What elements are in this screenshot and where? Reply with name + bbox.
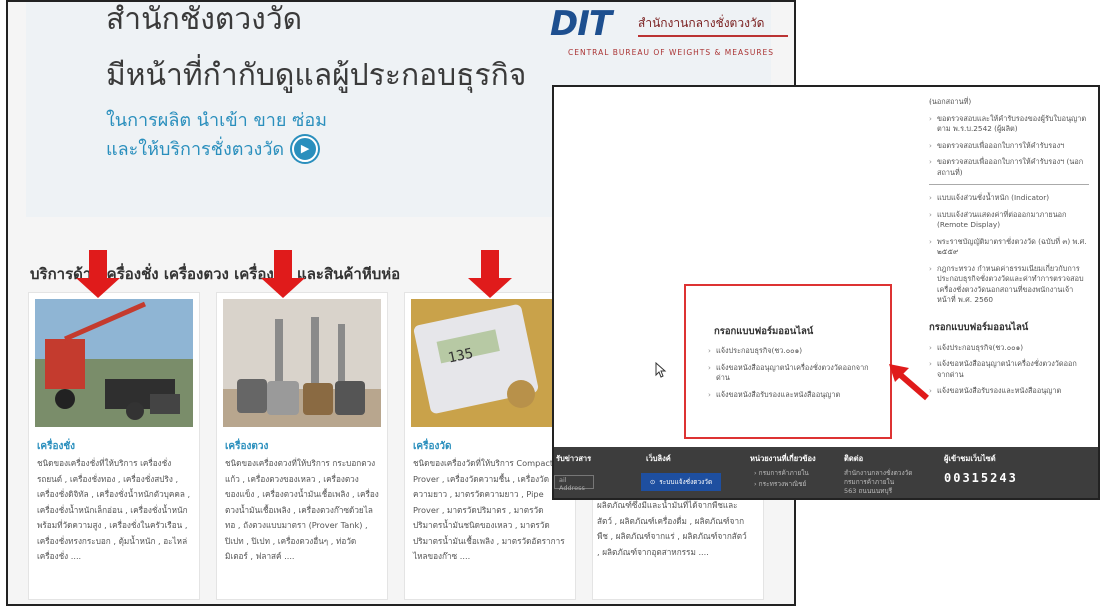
- sidebar-item[interactable]: แบบแจ้งส่วนแสดงค่าที่ต่อออกมาภายนอก (Rem…: [929, 210, 1089, 231]
- red-pointer-arrow-icon: [889, 364, 929, 401]
- play-circle-icon[interactable]: ▶: [292, 135, 319, 162]
- visitor-counter: 00315243: [944, 471, 1018, 485]
- online-form-link[interactable]: แจ้งประกอบธุรกิจ(ชว.๐๐๑): [929, 343, 1089, 354]
- truck-crane-photo: [35, 299, 193, 427]
- weights-system-label[interactable]: ระบบแจ้งชั่งตวงวัด: [659, 477, 712, 487]
- service-card-scales[interactable]: เครื่องชั่ง ชนิดของเครื่องชั่งที่ให้บริก…: [28, 292, 200, 600]
- online-forms-heading: กรอกแบบฟอร์มออนไลน์: [929, 321, 1029, 333]
- divider: [929, 184, 1089, 185]
- service-card-desc: ชนิดของเครื่องชั่งที่ให้บริการ เครื่องชั…: [37, 458, 191, 561]
- dit-logo-mark: DIT: [550, 4, 612, 44]
- footer-contact-heading: ติดต่อ: [844, 454, 864, 463]
- highlight-box: กรอกแบบฟอร์มออนไลน์ แจ้งประกอบธุรกิจ(ชว.…: [684, 284, 892, 439]
- hero-tagline-2-text[interactable]: และให้บริการชั่งตวงวัด: [106, 134, 284, 163]
- contact-line: สำนักงานกลางชั่งตวงวัด: [844, 469, 913, 477]
- contact-line: 563 ถนนนนทบุรี: [844, 487, 893, 495]
- sidebar-item[interactable]: (นอกสถานที่): [929, 97, 1089, 108]
- online-form-link[interactable]: แจ้งขอหนังสือรับรองและหนังสืออนุญาต: [708, 390, 878, 401]
- service-card-desc: ชนิดของเครื่องตวงที่ให้บริการ กระบอกตวงแ…: [225, 458, 379, 561]
- service-card-title[interactable]: เครื่องตวง: [225, 439, 268, 454]
- mouse-cursor-icon: [655, 362, 667, 378]
- online-form-link[interactable]: แจ้งขอหนังสือรับรองและหนังสืออนุญาต: [929, 386, 1089, 397]
- footer-visitors-heading: ผู้เข้าชมเว็บไซต์: [944, 454, 996, 463]
- sidebar-item[interactable]: แบบแจ้งส่วนชั่งน้ำหนัก (Indicator): [929, 193, 1089, 204]
- service-card-title[interactable]: เครื่องชั่ง: [37, 439, 75, 454]
- service-card-title[interactable]: เครื่องวัด: [413, 439, 451, 454]
- footer-news-heading: รับข่าวสาร: [556, 454, 592, 463]
- service-card-desc: ชนิดของเครื่องวัดที่ให้บริการ Compact Pr…: [413, 458, 565, 561]
- sidebar-item[interactable]: ขอตรวจสอบเพื่อออกใบการให้คำรับรองฯ: [929, 141, 1089, 152]
- sidebar-item[interactable]: พระราชบัญญัติมาตราชั่งตวงวัด (ฉบับที่ ๓)…: [929, 237, 1089, 258]
- online-form-link[interactable]: แจ้งขอหนังสืออนุญาตนำเครื่องชั่งตวงวัดออ…: [708, 363, 878, 384]
- service-card-measures[interactable]: เครื่องตวง ชนิดของเครื่องตวงที่ให้บริการ…: [216, 292, 388, 600]
- contact-line: กรมการค้าภายใน: [844, 478, 895, 486]
- online-form-link[interactable]: แจ้งประกอบธุรกิจ(ชว.๐๐๑): [708, 346, 878, 357]
- dit-logo-english: CENTRAL BUREAU OF WEIGHTS & MEASURES: [568, 48, 775, 57]
- external-link-icon: ⊙: [649, 478, 656, 486]
- online-forms-heading: กรอกแบบฟอร์มออนไลน์: [714, 326, 814, 337]
- sidebar-item[interactable]: กฎกระทรวง กำหนดค่าธรรมเนียมเกี่ยวกับการป…: [929, 264, 1089, 306]
- sidebar-item[interactable]: ขอตรวจสอบเพื่อออกใบการให้คำรับรองฯ (นอกส…: [929, 157, 1089, 178]
- footer-agencies-heading: หน่วยงานที่เกี่ยวข้อง: [750, 454, 816, 463]
- newsletter-email-input[interactable]: ail Address: [554, 475, 594, 492]
- dit-logo[interactable]: DIT สำนักงานกลางชั่งตวงวัด CENTRAL BUREA…: [550, 4, 788, 64]
- hero-subtitle: มีหน้าที่กำกับดูแลผู้ประกอบธุรกิจ: [106, 58, 527, 93]
- hero-title: สำนักชั่งตวงวัด: [106, 2, 303, 37]
- moisture-meter-photo: 135: [411, 299, 569, 427]
- sidebar-screenshot: (นอกสถานที่) ขอตรวจสอบและให้คำรับรองของผ…: [552, 85, 1100, 500]
- sidebar-links: (นอกสถานที่) ขอตรวจสอบและให้คำรับรองของผ…: [929, 97, 1089, 403]
- weights-system-button[interactable]: ⊙ ระบบแจ้งชั่งตวงวัด: [641, 473, 721, 491]
- measuring-cans-photo: [223, 299, 381, 427]
- service-card-desc-packaged: ผลิตภัณฑ์ซึ่งมีและน้ำมันที่ได้จากพืชและส…: [597, 500, 747, 557]
- footer-links-heading: เว็บลิงค์: [646, 454, 671, 463]
- service-card-meters[interactable]: 135 เครื่องวัด ชนิดของเครื่องวัดที่ให้บร…: [404, 292, 576, 600]
- hero-tagline-1: ในการผลิต นำเข้า ขาย ซ่อม: [106, 110, 328, 131]
- online-forms-list: แจ้งประกอบธุรกิจ(ชว.๐๐๑) แจ้งขอหนังสืออน…: [708, 346, 878, 406]
- online-form-link[interactable]: แจ้งขอหนังสืออนุญาตนำเครื่องชั่งตวงวัดออ…: [929, 359, 1089, 380]
- site-footer: รับข่าวสาร ail Address เว็บลิงค์ ⊙ ระบบแ…: [554, 447, 1098, 498]
- dit-logo-thai: สำนักงานกลางชั่งตวงวัด: [638, 14, 788, 37]
- agency-link[interactable]: › กระทรวงพาณิชย์: [754, 480, 806, 489]
- hero-tagline-2[interactable]: และให้บริการชั่งตวงวัด ▶: [106, 134, 319, 163]
- sidebar-item[interactable]: ขอตรวจสอบและให้คำรับรองของผู้รับใบอนุญาต…: [929, 114, 1089, 135]
- agency-link[interactable]: › กรมการค้าภายใน: [754, 469, 809, 478]
